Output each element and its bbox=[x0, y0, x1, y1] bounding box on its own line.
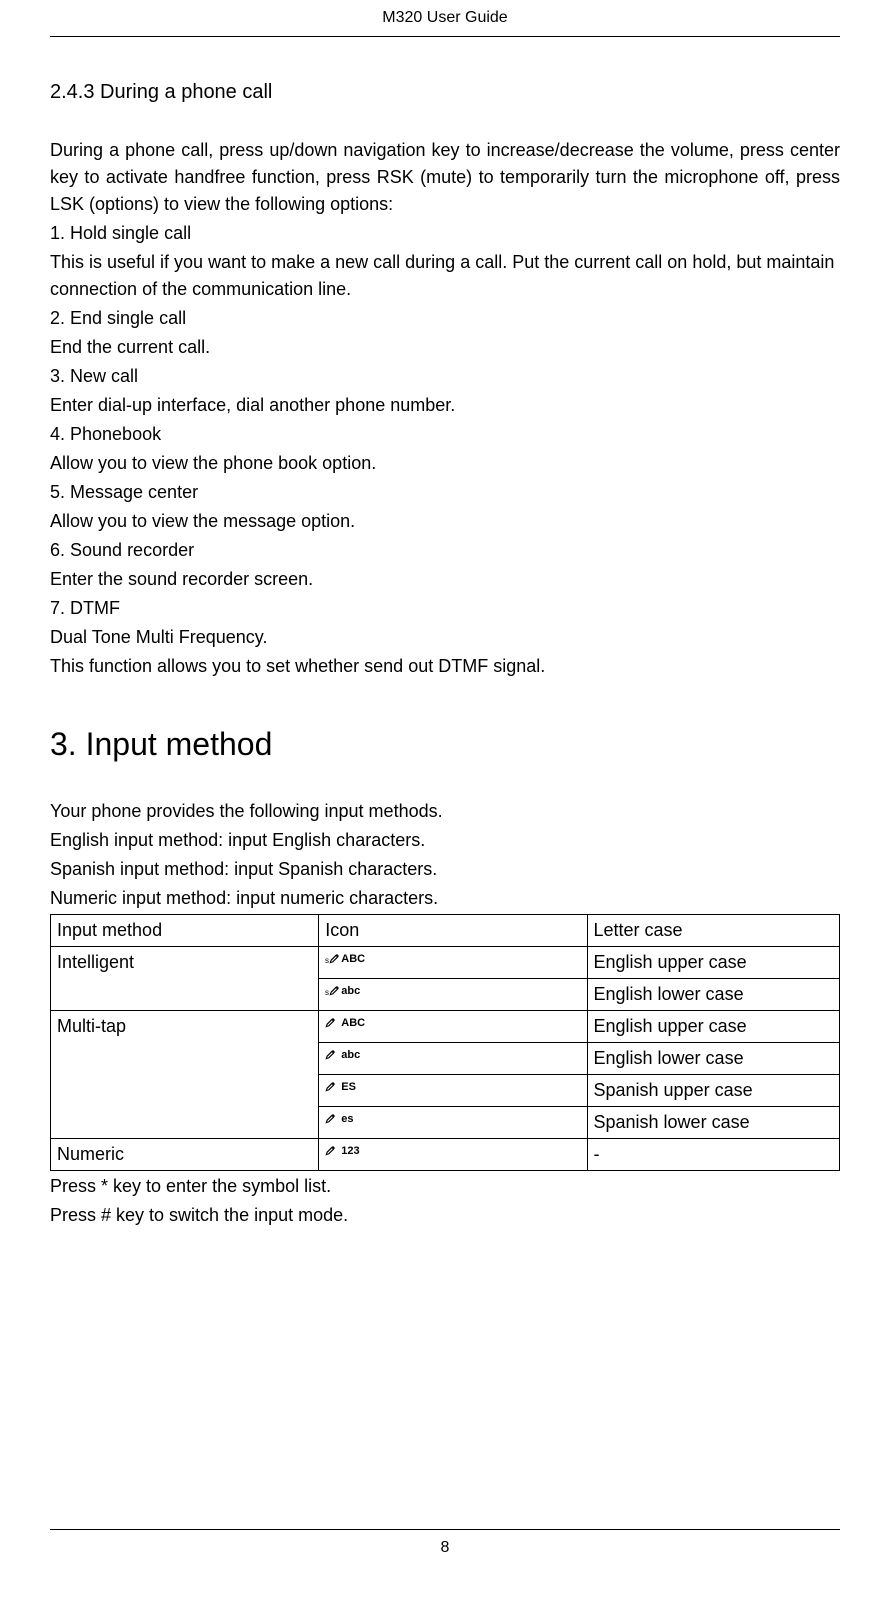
input-intro-2: English input method: input English char… bbox=[50, 827, 840, 854]
option-title: 2. End single call bbox=[50, 305, 840, 332]
option-title: 6. Sound recorder bbox=[50, 537, 840, 564]
table-header-cell: Icon bbox=[319, 915, 587, 947]
option-desc: This is useful if you want to make a new… bbox=[50, 249, 840, 303]
input-icon-cell: 123 bbox=[319, 1139, 587, 1171]
option-desc: Enter dial-up interface, dial another ph… bbox=[50, 392, 840, 419]
option-desc: Dual Tone Multi Frequency. bbox=[50, 624, 840, 651]
option-title: 3. New call bbox=[50, 363, 840, 390]
input-intro-3: Spanish input method: input Spanish char… bbox=[50, 856, 840, 883]
table-header-cell: Letter case bbox=[587, 915, 840, 947]
input-icon-cell: es bbox=[319, 1107, 587, 1139]
option-title: 7. DTMF bbox=[50, 595, 840, 622]
letter-case-cell: Spanish lower case bbox=[587, 1107, 840, 1139]
input-method-cell: Intelligent bbox=[51, 947, 319, 1011]
section-intro: During a phone call, press up/down navig… bbox=[50, 137, 840, 218]
letter-case-cell: - bbox=[587, 1139, 840, 1171]
option-desc: Enter the sound recorder screen. bbox=[50, 566, 840, 593]
option-title: 4. Phonebook bbox=[50, 421, 840, 448]
input-icon-cell: abc bbox=[319, 1043, 587, 1075]
input-method-cell: Multi-tap bbox=[51, 1011, 319, 1139]
letter-case-cell: English upper case bbox=[587, 947, 840, 979]
section-2-4-3-heading: 2.4.3 During a phone call bbox=[50, 77, 840, 107]
letter-case-cell: English lower case bbox=[587, 979, 840, 1011]
page-footer: 8 bbox=[50, 1529, 840, 1560]
page-header: M320 User Guide bbox=[50, 0, 840, 37]
input-method-table: Input methodIconLetter caseIntelligentsA… bbox=[50, 914, 840, 1171]
letter-case-cell: English upper case bbox=[587, 1011, 840, 1043]
option-desc: Allow you to view the message option. bbox=[50, 508, 840, 535]
input-icon-cell: sabc bbox=[319, 979, 587, 1011]
dtmf-extra: This function allows you to set whether … bbox=[50, 653, 840, 680]
letter-case-cell: Spanish upper case bbox=[587, 1075, 840, 1107]
option-title: 1. Hold single call bbox=[50, 220, 840, 247]
svg-text:s: s bbox=[325, 956, 329, 965]
svg-text:s: s bbox=[325, 988, 329, 997]
input-icon-cell: ES bbox=[319, 1075, 587, 1107]
table-header-cell: Input method bbox=[51, 915, 319, 947]
page-number: 8 bbox=[441, 1539, 450, 1556]
option-desc: Allow you to view the phone book option. bbox=[50, 450, 840, 477]
options-list: 1. Hold single callThis is useful if you… bbox=[50, 220, 840, 651]
input-icon-cell: ABC bbox=[319, 1011, 587, 1043]
option-title: 5. Message center bbox=[50, 479, 840, 506]
option-desc: End the current call. bbox=[50, 334, 840, 361]
input-intro-4: Numeric input method: input numeric char… bbox=[50, 885, 840, 912]
input-method-cell: Numeric bbox=[51, 1139, 319, 1171]
input-intro-1: Your phone provides the following input … bbox=[50, 798, 840, 825]
section-3-heading: 3. Input method bbox=[50, 720, 840, 768]
header-title: M320 User Guide bbox=[382, 9, 507, 26]
letter-case-cell: English lower case bbox=[587, 1043, 840, 1075]
note-hash-key: Press # key to switch the input mode. bbox=[50, 1202, 840, 1229]
note-star-key: Press * key to enter the symbol list. bbox=[50, 1173, 840, 1200]
input-icon-cell: sABC bbox=[319, 947, 587, 979]
